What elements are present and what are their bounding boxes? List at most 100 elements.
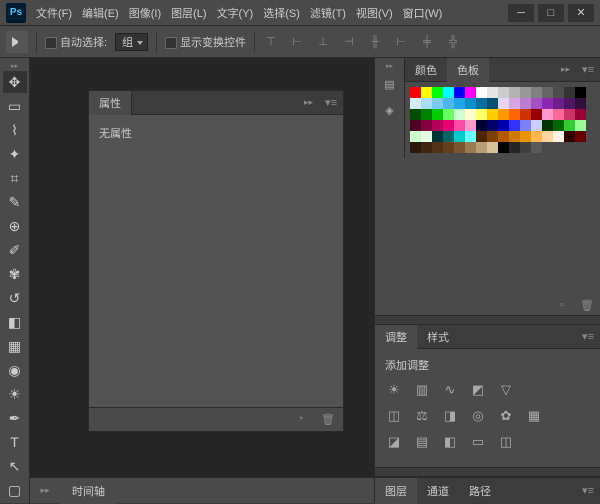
type-tool[interactable]: T [3, 431, 27, 453]
menu-edit[interactable]: 编辑(E) [78, 2, 123, 24]
lookup-icon[interactable]: ▦ [525, 407, 543, 425]
delete-swatch-icon[interactable]: 🗑 [580, 299, 592, 311]
gradient-tool[interactable]: ▦ [3, 335, 27, 357]
path-tool[interactable]: ↖ [3, 455, 27, 477]
color-swatch[interactable] [454, 142, 465, 153]
color-swatch[interactable] [421, 142, 432, 153]
balance-icon[interactable]: ⚖ [413, 407, 431, 425]
marquee-tool[interactable]: ▭ [3, 95, 27, 117]
properties-tab[interactable]: 属性 [89, 91, 132, 115]
color-swatch[interactable] [542, 98, 553, 109]
strip-histogram-icon[interactable]: ▤ [378, 72, 402, 96]
color-swatch[interactable] [520, 120, 531, 131]
color-swatch[interactable] [509, 120, 520, 131]
gradient-map-icon[interactable]: ▭ [469, 433, 487, 451]
color-swatch[interactable] [498, 131, 509, 142]
color-swatch[interactable] [498, 98, 509, 109]
color-swatch[interactable] [432, 142, 443, 153]
color-menu-icon[interactable]: ▾≡ [576, 63, 600, 76]
color-swatch[interactable] [421, 109, 432, 120]
color-swatch[interactable] [520, 87, 531, 98]
properties-menu-icon[interactable]: ▾≡ [319, 96, 343, 109]
minimize-button[interactable]: ─ [508, 4, 534, 22]
color-swatch[interactable] [421, 120, 432, 131]
color-swatch[interactable] [498, 109, 509, 120]
menu-file[interactable]: 文件(F) [32, 2, 76, 24]
color-swatch[interactable] [487, 142, 498, 153]
menu-view[interactable]: 视图(V) [352, 2, 397, 24]
color-swatch[interactable] [564, 98, 575, 109]
color-swatch[interactable] [443, 120, 454, 131]
color-swatch[interactable] [520, 98, 531, 109]
menu-window[interactable]: 窗口(W) [399, 2, 447, 24]
color-swatch[interactable] [509, 142, 520, 153]
color-swatch[interactable] [487, 109, 498, 120]
color-swatch[interactable] [443, 131, 454, 142]
color-swatch[interactable] [553, 98, 564, 109]
color-swatch[interactable] [476, 120, 487, 131]
selective-color-icon[interactable]: ◫ [497, 433, 515, 451]
color-swatch[interactable] [509, 98, 520, 109]
color-swatch[interactable] [432, 131, 443, 142]
color-swatch[interactable] [432, 109, 443, 120]
shape-tool[interactable]: ▢ [3, 479, 27, 501]
distribute-icon[interactable]: ╪ [419, 34, 435, 50]
color-swatch[interactable] [476, 109, 487, 120]
pen-tool[interactable]: ✒ [3, 407, 27, 429]
color-swatch[interactable] [465, 109, 476, 120]
autoselect-target-select[interactable]: 组 [115, 33, 148, 51]
color-swatch[interactable] [465, 87, 476, 98]
close-button[interactable]: ✕ [568, 4, 594, 22]
menu-image[interactable]: 图像(I) [125, 2, 165, 24]
color-swatch[interactable] [487, 98, 498, 109]
color-swatch[interactable] [531, 131, 542, 142]
color-swatch[interactable] [465, 120, 476, 131]
color-swatch[interactable] [531, 142, 542, 153]
color-swatch[interactable] [487, 131, 498, 142]
properties-delete-icon[interactable]: 🗑 [321, 413, 335, 427]
posterize-icon[interactable]: ▤ [413, 433, 431, 451]
new-swatch-icon[interactable]: ▫ [560, 299, 572, 311]
adjust-menu-icon[interactable]: ▾≡ [576, 330, 600, 343]
healing-tool[interactable]: ⊕ [3, 215, 27, 237]
color-swatch[interactable] [542, 109, 553, 120]
color-swatch[interactable] [553, 131, 564, 142]
color-swatch[interactable] [531, 87, 542, 98]
current-tool-icon[interactable] [6, 31, 28, 53]
styles-tab[interactable]: 样式 [417, 325, 459, 349]
color-swatch[interactable] [410, 120, 421, 131]
color-swatch[interactable] [443, 98, 454, 109]
color-swatch[interactable] [421, 98, 432, 109]
color-swatch[interactable] [421, 131, 432, 142]
menu-type[interactable]: 文字(Y) [213, 2, 258, 24]
color-swatch[interactable] [476, 142, 487, 153]
color-swatch[interactable] [432, 120, 443, 131]
color-swatch[interactable] [575, 120, 586, 131]
color-swatch[interactable] [531, 120, 542, 131]
color-tab[interactable]: 颜色 [405, 58, 447, 82]
color-swatch[interactable] [465, 142, 476, 153]
color-swatch[interactable] [520, 109, 531, 120]
vibrance-icon[interactable]: ▽ [497, 381, 515, 399]
color-swatch[interactable] [564, 87, 575, 98]
eyedropper-tool[interactable]: ✎ [3, 191, 27, 213]
color-swatch[interactable] [443, 109, 454, 120]
dodge-tool[interactable]: ☀ [3, 383, 27, 405]
eraser-tool[interactable]: ◧ [3, 311, 27, 333]
color-swatch[interactable] [454, 98, 465, 109]
invert-icon[interactable]: ◪ [385, 433, 403, 451]
color-swatch[interactable] [509, 109, 520, 120]
align-hcenter-icon[interactable]: ╫ [367, 34, 383, 50]
color-swatch[interactable] [410, 98, 421, 109]
properties-clip-icon[interactable]: ◔ [297, 413, 311, 427]
history-brush-tool[interactable]: ↺ [3, 287, 27, 309]
strip-layers-icon[interactable]: ◈ [378, 98, 402, 122]
align-right-icon[interactable]: ⊢ [393, 34, 409, 50]
align-vcenter-icon[interactable]: ⊢ [289, 34, 305, 50]
photo-filter-icon[interactable]: ◎ [469, 407, 487, 425]
color-swatch[interactable] [432, 87, 443, 98]
maximize-button[interactable]: □ [538, 4, 564, 22]
blur-tool[interactable]: ◉ [3, 359, 27, 381]
align-top-icon[interactable]: ⊤ [263, 34, 279, 50]
brightness-icon[interactable]: ☀ [385, 381, 403, 399]
